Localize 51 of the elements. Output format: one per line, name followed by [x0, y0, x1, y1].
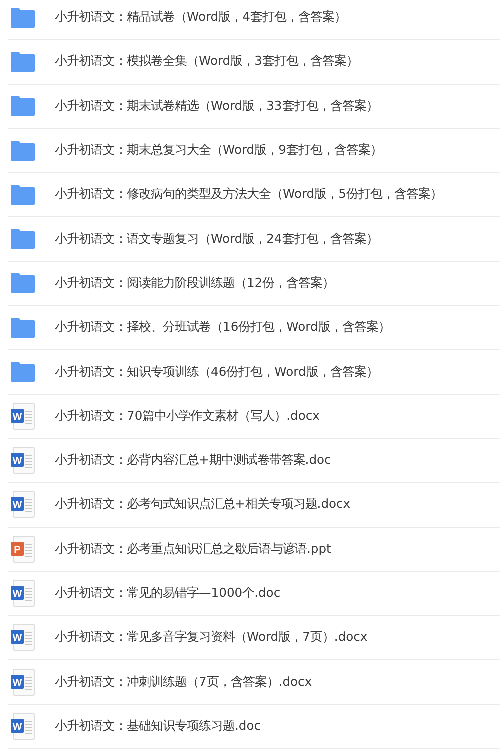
file-row[interactable]: P 小升初语文：必考重点知识汇总之歇后语与谚语.ppt: [8, 528, 500, 572]
file-row[interactable]: W 小升初语文：冲刺训练题（7页，含答案）.docx: [8, 660, 500, 705]
word-document-icon: W: [11, 712, 35, 740]
folder-icon: [11, 8, 35, 28]
file-row[interactable]: 小升初语文：期末总复习大全（Word版，9套打包，含答案）: [8, 128, 500, 174]
file-name: 小升初语文：语文专题复习（Word版，24套打包，含答案）: [55, 230, 378, 248]
file-row[interactable]: 小升初语文：择校、分班试卷（16份打包，Word版，含答案）: [8, 306, 500, 350]
file-name: 小升初语文：冲刺训练题（7页，含答案）.docx: [55, 674, 312, 691]
file-name: 小升初语文：必考句式知识点汇总+相关专项习题.docx: [55, 496, 351, 514]
folder-icon: [11, 96, 35, 116]
file-row[interactable]: W 小升初语文：70篇中小学作文素材（写人）.docx: [8, 394, 500, 439]
folder-icon: [11, 184, 35, 205]
file-name: 小升初语文：精品试卷（Word版，4套打包，含答案）: [55, 9, 346, 26]
file-row[interactable]: 小升初语文：精品试卷（Word版，4套打包，含答案）: [8, 0, 500, 40]
file-name: 小升初语文：阅读能力阶段训练题（12份，含答案）: [55, 274, 335, 292]
word-document-icon: W: [11, 491, 35, 518]
file-row[interactable]: 小升初语文：期末试卷精选（Word版，33套打包，含答案）: [8, 84, 500, 129]
file-row[interactable]: 小升初语文：阅读能力阶段训练题（12份，含答案）: [8, 262, 500, 306]
file-row[interactable]: W 小升初语文：常见多音字复习资料（Word版，7页）.docx: [8, 616, 500, 660]
file-name: 小升初语文：70篇中小学作文素材（写人）.docx: [55, 408, 320, 425]
powerpoint-document-icon: P: [11, 536, 35, 563]
folder-icon: [11, 318, 35, 338]
word-document-icon: W: [11, 580, 35, 607]
file-name: 小升初语文：必考重点知识汇总之歇后语与谚语.ppt: [55, 540, 332, 558]
file-row[interactable]: W 小升初语文：必背内容汇总+期中测试卷带答案.doc: [8, 438, 500, 484]
file-row[interactable]: 小升初语文：修改病句的类型及方法大全（Word版，5份打包，含答案）: [8, 173, 500, 218]
file-name: 小升初语文：常见的易错字—1000个.doc: [55, 585, 281, 602]
folder-icon: [11, 229, 35, 250]
file-row[interactable]: 小升初语文：模拟卷全集（Word版，3套打包，含答案）: [8, 40, 500, 85]
word-document-icon: W: [11, 624, 35, 652]
file-row[interactable]: 小升初语文：语文专题复习（Word版，24套打包，含答案）: [8, 217, 500, 262]
folder-icon: [11, 273, 35, 294]
file-name: 小升初语文：基础知识专项练习题.doc: [55, 718, 261, 735]
file-row[interactable]: W 小升初语文：常见的易错字—1000个.doc: [8, 572, 500, 616]
file-name: 小升初语文：知识专项训练（46份打包，Word版，含答案）: [55, 364, 378, 381]
file-row[interactable]: 小升初语文：知识专项训练（46份打包，Word版，含答案）: [8, 350, 500, 395]
folder-icon: [11, 362, 35, 382]
word-document-icon: W: [11, 447, 35, 474]
folder-icon: [11, 52, 35, 72]
file-name: 小升初语文：期末总复习大全（Word版，9套打包，含答案）: [55, 142, 382, 160]
file-row[interactable]: W 小升初语文：基础知识专项练习题.doc: [8, 704, 500, 750]
word-document-icon: W: [11, 402, 35, 430]
file-name: 小升初语文：择校、分班试卷（16份打包，Word版，含答案）: [55, 319, 390, 336]
word-document-icon: W: [11, 668, 35, 696]
file-name: 小升初语文：常见多音字复习资料（Word版，7页）.docx: [55, 629, 368, 646]
file-name: 小升初语文：期末试卷精选（Word版，33套打包，含答案）: [55, 98, 378, 115]
folder-icon: [11, 140, 35, 161]
file-row[interactable]: W 小升初语文：必考句式知识点汇总+相关专项习题.docx: [8, 483, 500, 528]
file-name: 小升初语文：模拟卷全集（Word版，3套打包，含答案）: [55, 53, 358, 70]
file-name: 小升初语文：修改病句的类型及方法大全（Word版，5份打包，含答案）: [55, 186, 442, 204]
file-name: 小升初语文：必背内容汇总+期中测试卷带答案.doc: [55, 452, 332, 470]
